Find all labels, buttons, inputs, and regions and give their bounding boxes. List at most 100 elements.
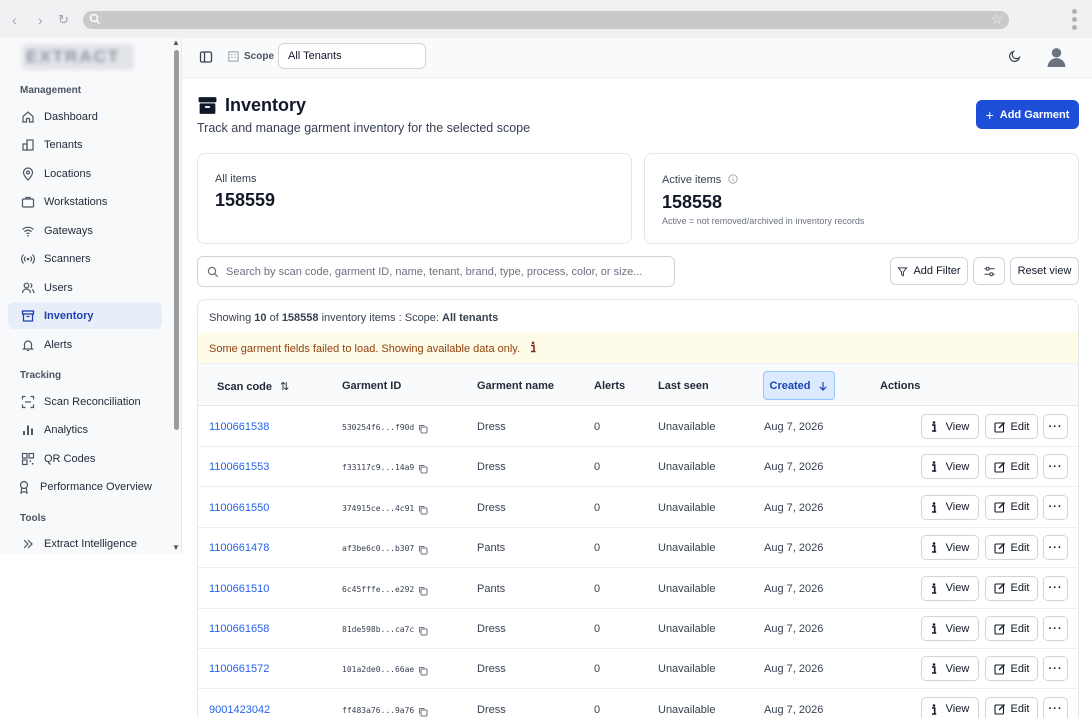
sidebar-item-tenants[interactable]: Tenants xyxy=(8,131,162,158)
more-actions-button[interactable]: ··· xyxy=(1043,616,1068,641)
view-button[interactable]: View xyxy=(921,494,979,520)
sidebar-item-label: Users xyxy=(44,281,73,294)
more-actions-button[interactable]: ··· xyxy=(1043,575,1068,601)
scan-code-link[interactable]: 1100661478 xyxy=(209,542,269,554)
avatar[interactable] xyxy=(1046,46,1067,70)
sidebar-item-workstations[interactable]: Workstations xyxy=(8,188,162,215)
scan-code-link[interactable]: 1100661538 xyxy=(209,421,269,433)
sidebar-item-dashboard[interactable]: Dashboard xyxy=(8,103,162,130)
garment-name: Dress xyxy=(477,623,506,635)
edit-button[interactable]: Edit xyxy=(985,414,1038,439)
scan-code-link[interactable]: 1100661572 xyxy=(209,663,269,675)
info-icon[interactable] xyxy=(728,174,739,187)
edit-label: Edit xyxy=(1010,582,1030,595)
edit-button[interactable]: Edit xyxy=(985,454,1038,480)
radio-icon xyxy=(20,251,36,267)
created-date: Aug 7, 2026 xyxy=(764,542,824,555)
more-actions-button[interactable]: ··· xyxy=(1043,494,1068,520)
archive-icon xyxy=(20,308,36,324)
edit-button[interactable]: Edit xyxy=(985,696,1038,718)
copy-icon[interactable] xyxy=(418,584,428,599)
sidebar-item-label: Tenants xyxy=(44,138,83,151)
forward-icon[interactable]: › xyxy=(38,12,43,28)
more-actions-button[interactable]: ··· xyxy=(1043,454,1068,480)
column-header-created[interactable]: Created xyxy=(763,371,835,400)
more-actions-button[interactable]: ··· xyxy=(1043,535,1068,561)
scan-code-link[interactable]: 1100661658 xyxy=(209,623,269,635)
plus-icon: + xyxy=(985,106,994,123)
bookmark-star-icon[interactable]: ☆ xyxy=(990,11,1003,28)
view-button[interactable]: View xyxy=(921,454,979,480)
scan-code-link[interactable]: 1100661510 xyxy=(209,583,269,595)
browser-menu-icon[interactable] xyxy=(1072,9,1078,33)
scan-code-link[interactable]: 9001423042 xyxy=(209,704,270,716)
edit-icon xyxy=(993,542,1006,554)
last-seen: Unavailable xyxy=(658,703,716,716)
more-actions-button[interactable]: ··· xyxy=(1043,414,1068,439)
view-button[interactable]: View xyxy=(921,575,979,601)
column-header-last-seen[interactable]: Last seen xyxy=(658,380,709,392)
edit-button[interactable]: Edit xyxy=(985,494,1038,520)
search-input[interactable]: Search by scan code, garment ID, name, t… xyxy=(197,256,675,287)
more-actions-button[interactable]: ··· xyxy=(1043,656,1068,682)
view-button[interactable]: View xyxy=(921,535,979,561)
sidebar-item-scanners[interactable]: Scanners xyxy=(8,245,162,272)
add-garment-button[interactable]: + Add Garment xyxy=(976,100,1079,129)
sidebar-item-inventory[interactable]: Inventory xyxy=(8,302,162,329)
copy-icon[interactable] xyxy=(418,624,428,639)
all-items-value: 158559 xyxy=(215,190,276,210)
column-header-scan-code[interactable]: Scan code ⇅ xyxy=(217,380,289,393)
copy-icon[interactable] xyxy=(418,543,428,558)
view-button[interactable]: View xyxy=(921,616,979,641)
copy-icon[interactable] xyxy=(418,705,428,718)
column-header-alerts[interactable]: Alerts xyxy=(594,380,625,392)
sidebar-item-users[interactable]: Users xyxy=(8,274,162,301)
scroll-up-arrow-icon[interactable]: ▲ xyxy=(172,38,180,47)
scope-select[interactable]: All Tenants xyxy=(278,43,426,69)
edit-button[interactable]: Edit xyxy=(985,656,1038,682)
reload-icon[interactable]: ↻ xyxy=(58,12,69,28)
view-button[interactable]: View xyxy=(921,696,979,718)
alerts-count: 0 xyxy=(594,542,601,555)
sidebar-scrollbar[interactable] xyxy=(174,50,179,430)
edit-button[interactable]: Edit xyxy=(985,535,1038,561)
info-icon xyxy=(931,582,937,594)
edit-button[interactable]: Edit xyxy=(985,575,1038,601)
more-actions-button[interactable]: ··· xyxy=(1043,696,1068,718)
settings-sliders-button[interactable] xyxy=(973,257,1005,285)
sidebar-item-label: QR Codes xyxy=(44,452,96,465)
sidebar-item-alerts[interactable]: Alerts xyxy=(8,331,162,358)
top-header: Scope All Tenants xyxy=(182,38,1092,78)
search-icon xyxy=(207,266,219,278)
sidebar-item-gateways[interactable]: Gateways xyxy=(8,217,162,244)
column-header-garment-id[interactable]: Garment ID xyxy=(342,380,401,392)
more-horizontal-icon: ··· xyxy=(1048,622,1063,635)
reset-view-button[interactable]: Reset view xyxy=(1010,257,1079,285)
view-button[interactable]: View xyxy=(921,656,979,682)
scan-code-link[interactable]: 1100661553 xyxy=(209,461,269,473)
copy-icon[interactable] xyxy=(418,462,428,477)
add-filter-button[interactable]: Add Filter xyxy=(890,257,968,285)
sidebar-toggle-icon[interactable] xyxy=(199,50,213,67)
more-horizontal-icon: ··· xyxy=(1048,703,1063,716)
sidebar-item-analytics[interactable]: Analytics xyxy=(8,416,162,443)
edit-button[interactable]: Edit xyxy=(985,616,1038,641)
copy-icon[interactable] xyxy=(418,664,428,679)
back-icon[interactable]: ‹ xyxy=(12,12,17,28)
sidebar-item-performance-overview[interactable]: Performance Overview xyxy=(8,473,162,500)
copy-icon[interactable] xyxy=(418,422,428,437)
column-header-garment-name[interactable]: Garment name xyxy=(477,380,554,392)
copy-icon[interactable] xyxy=(418,503,428,518)
sidebar-item-extract-intelligence[interactable]: Extract Intelligence xyxy=(8,530,162,557)
scan-code-link[interactable]: 1100661550 xyxy=(209,502,269,514)
scroll-down-arrow-icon[interactable]: ▼ xyxy=(172,543,180,552)
address-bar[interactable]: ☆ xyxy=(83,11,1009,29)
sort-icon[interactable]: ⇅ xyxy=(280,381,289,393)
sidebar-item-locations[interactable]: Locations xyxy=(8,160,162,187)
view-button[interactable]: View xyxy=(921,414,979,439)
created-date: Aug 7, 2026 xyxy=(764,663,824,676)
sidebar-item-scan-reconciliation[interactable]: Scan Reconciliation xyxy=(8,388,162,415)
map-pin-icon xyxy=(20,166,36,182)
moon-icon[interactable] xyxy=(1008,49,1022,66)
sidebar-item-qr-codes[interactable]: QR Codes xyxy=(8,445,162,472)
